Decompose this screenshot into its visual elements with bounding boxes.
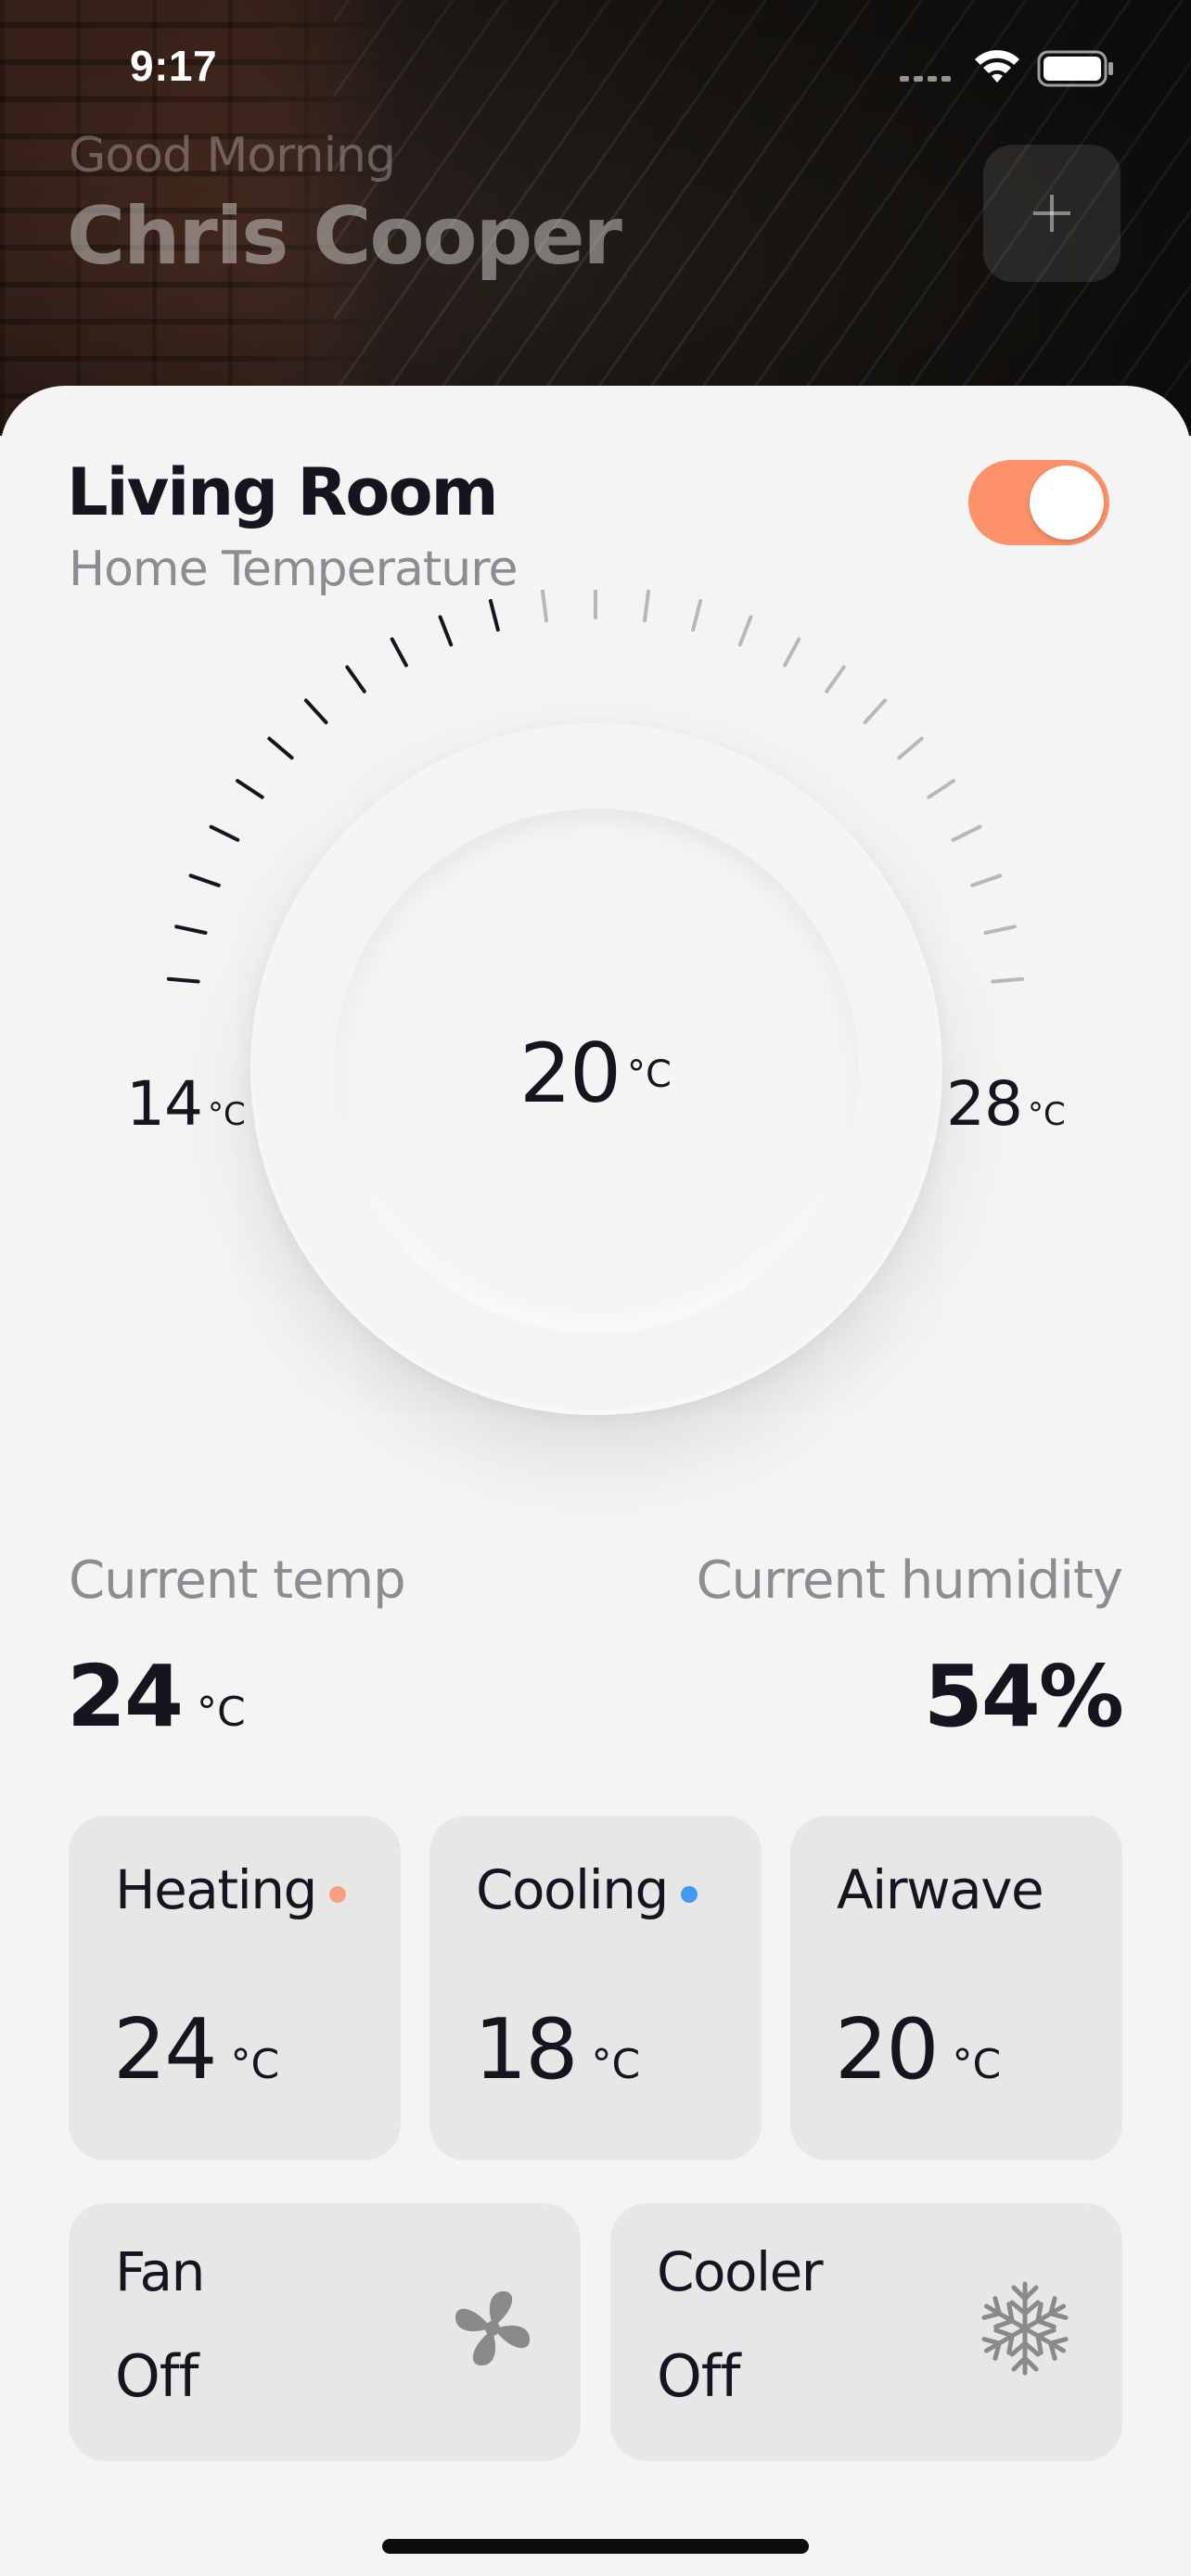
fan-label: Fan (115, 2240, 205, 2303)
cooler-state: Off (657, 2342, 740, 2410)
current-humidity: 54% (923, 1647, 1124, 1746)
dial-tick (691, 599, 703, 632)
greeting-text: Good Morning (69, 128, 396, 184)
dial-tick (991, 976, 1025, 984)
dial-max-unit: °C (1027, 1096, 1066, 1133)
dial-min-label: 14 °C (126, 1068, 246, 1140)
dial-tick (863, 698, 888, 724)
cooling-status-dot (680, 1886, 698, 1903)
dial-tick (174, 925, 208, 935)
cooling-temperature: 18 °C (474, 2001, 640, 2098)
dial-min-value: 14 (126, 1068, 203, 1140)
cooler-label: Cooler (657, 2240, 824, 2303)
dial-tick (825, 665, 846, 694)
dial-tick (783, 637, 801, 668)
heating-tile-header: Heating (115, 1858, 346, 1921)
heating-temperature: 24 °C (113, 2001, 279, 2098)
current-temp-value: 24 (67, 1647, 184, 1746)
set-temperature-unit: °C (627, 1053, 672, 1096)
wifi-icon (975, 50, 1019, 83)
toggle-knob (1030, 465, 1104, 540)
dial-tick (267, 736, 294, 760)
current-temp: 24 °C (67, 1647, 246, 1746)
dial-max-value: 28 (946, 1068, 1023, 1140)
room-title: Living Room (67, 454, 499, 530)
dial-tick (303, 698, 328, 724)
dial-tick (970, 874, 1003, 887)
heating-status-dot (328, 1886, 346, 1903)
dial-min-unit: °C (207, 1096, 246, 1133)
dial-tick (345, 665, 366, 694)
cooling-mode-tile[interactable]: Cooling 18 °C (429, 1816, 762, 2161)
airwave-tile-header: Airwave (837, 1858, 1044, 1921)
dial-tick (643, 590, 650, 623)
set-temperature-value: 20 (519, 1026, 621, 1121)
current-temp-label: Current temp (69, 1550, 406, 1611)
heating-value: 24 (113, 2001, 218, 2098)
dial-tick (166, 976, 200, 984)
user-name: Chris Cooper (67, 190, 622, 283)
dial-max-label: 28 °C (946, 1068, 1066, 1140)
current-humidity-label: Current humidity (696, 1550, 1123, 1611)
cooling-value: 18 (474, 2001, 579, 2098)
airwave-unit: °C (952, 2041, 1002, 2088)
airwave-value: 20 (835, 2001, 940, 2098)
current-temp-unit: °C (197, 1689, 246, 1736)
airwave-mode-tile[interactable]: Airwave 20 °C (790, 1816, 1122, 2161)
cellular-signal-icon (900, 76, 951, 82)
dial-tick (897, 736, 924, 760)
fan-device-tile[interactable]: Fan Off (69, 2203, 581, 2461)
battery-icon (1037, 50, 1113, 87)
fan-state: Off (115, 2342, 198, 2410)
power-toggle[interactable] (968, 460, 1109, 545)
status-bar: 9:17 (0, 0, 1191, 130)
cooling-tile-header: Cooling (476, 1858, 698, 1921)
dial-tick (488, 599, 500, 632)
cooler-device-tile[interactable]: Cooler Off (610, 2203, 1122, 2461)
heating-unit: °C (230, 2041, 280, 2088)
room-subtitle: Home Temperature (69, 542, 518, 597)
current-humidity-value: 54% (923, 1647, 1124, 1746)
heating-mode-tile[interactable]: Heating 24 °C (69, 1816, 401, 2161)
dial-tick (188, 874, 221, 887)
add-button[interactable] (983, 145, 1121, 282)
dial-tick (951, 824, 982, 842)
cooling-unit: °C (591, 2041, 641, 2088)
snowflake-icon (974, 2281, 1076, 2379)
airwave-label: Airwave (837, 1858, 1044, 1921)
dial-tick (209, 824, 240, 842)
status-time: 9:17 (130, 42, 218, 90)
dial-tick (983, 925, 1017, 935)
home-indicator[interactable] (382, 2539, 809, 2554)
thermostat-card: Living Room Home Temperature 20 °C 14 °C 2… (0, 386, 1191, 2576)
cooling-label: Cooling (476, 1858, 669, 1921)
dial-tick (541, 590, 548, 623)
heating-label: Heating (115, 1858, 317, 1921)
dial-tick (737, 615, 753, 647)
dial-tick (390, 637, 408, 668)
dial-tick (927, 779, 955, 799)
airwave-temperature: 20 °C (835, 2001, 1001, 2098)
dial-tick (236, 779, 264, 799)
fan-icon (455, 2291, 530, 2366)
plus-icon (1033, 195, 1070, 232)
dial-tick (438, 615, 454, 647)
